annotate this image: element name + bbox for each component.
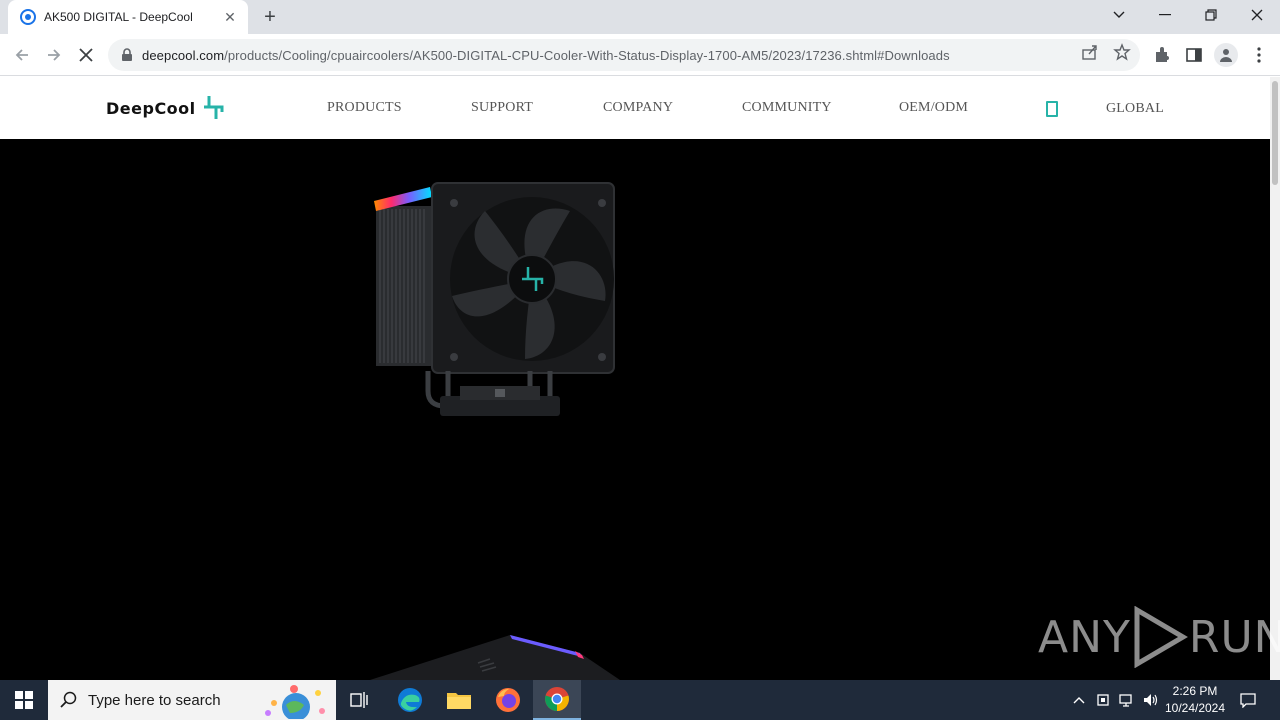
search-icon[interactable] <box>1046 101 1058 117</box>
search-icon <box>60 691 77 708</box>
url-path: /products/Cooling/cpuaircoolers/AK500-DI… <box>224 47 950 63</box>
deepcool-favicon-icon <box>20 9 36 25</box>
watermark-left: ANY <box>1038 611 1131 663</box>
deepcool-logo-mark-icon <box>203 96 224 119</box>
chrome-icon <box>545 687 569 711</box>
show-hidden-icons-icon[interactable] <box>1068 680 1090 720</box>
tab-strip: AK500 DIGITAL - DeepCool ✕ + <box>0 0 1280 34</box>
clock-date: 10/24/2024 <box>1164 701 1226 715</box>
profile-avatar[interactable] <box>1214 43 1238 67</box>
cpu-cooler-image <box>374 182 615 416</box>
system-clock[interactable]: 2:26 PM 10/24/2024 <box>1160 683 1230 717</box>
logo-text: DeepCool <box>106 98 196 118</box>
nav-company[interactable]: COMPANY <box>603 100 673 116</box>
extensions-icon[interactable] <box>1153 46 1171 64</box>
url-text: deepcool.com/products/Cooling/cpuaircool… <box>142 48 950 63</box>
play-logo-icon <box>1134 606 1188 668</box>
scrollbar-thumb[interactable] <box>1272 81 1278 185</box>
stop-loading-icon[interactable] <box>73 42 99 68</box>
nav-community[interactable]: COMMUNITY <box>742 100 832 116</box>
tab-close-icon[interactable]: ✕ <box>222 9 238 26</box>
bookmark-star-icon[interactable] <box>1113 43 1131 61</box>
start-button[interactable] <box>0 680 48 720</box>
task-view-button[interactable] <box>336 680 384 720</box>
volume-icon[interactable] <box>1140 680 1162 720</box>
browser-tab[interactable]: AK500 DIGITAL - DeepCool ✕ <box>8 0 248 34</box>
windows-logo-icon <box>15 691 33 709</box>
search-placeholder: Type here to search <box>88 691 221 709</box>
clock-time: 2:26 PM <box>1172 684 1218 698</box>
watermark-right: RUN <box>1188 611 1280 663</box>
taskbar: Type here to search 2:26 PM 10/24/2024 <box>0 680 1280 720</box>
window-close-icon[interactable] <box>1234 0 1280 30</box>
site-header: DeepCool PRODUCTS SUPPORT COMPANY COMMUN… <box>0 77 1270 139</box>
firefox-app-button[interactable] <box>484 680 532 720</box>
browser-toolbar: deepcool.com/products/Cooling/cpuaircool… <box>0 34 1280 76</box>
url-host: deepcool.com <box>142 47 225 63</box>
nav-products[interactable]: PRODUCTS <box>327 100 402 116</box>
person-icon <box>1220 49 1232 62</box>
edge-icon <box>398 688 422 712</box>
menu-kebab-icon[interactable] <box>1250 46 1268 64</box>
nav-oem-odm[interactable]: OEM/ODM <box>899 100 968 116</box>
product-hero <box>0 139 1270 680</box>
address-bar[interactable]: deepcool.com/products/Cooling/cpuaircool… <box>108 39 1140 71</box>
nav-support[interactable]: SUPPORT <box>471 100 533 116</box>
minimize-icon[interactable] <box>1142 0 1188 30</box>
search-highlight-icon <box>265 685 325 719</box>
deepcool-logo[interactable]: DeepCool <box>106 95 224 121</box>
forward-icon[interactable] <box>41 42 67 68</box>
chrome-app-button[interactable] <box>533 680 581 720</box>
tab-title: AK500 DIGITAL - DeepCool <box>44 10 193 24</box>
web-page: DeepCool PRODUCTS SUPPORT COMPANY COMMUN… <box>0 77 1270 680</box>
side-panel-icon[interactable] <box>1185 46 1203 64</box>
firefox-icon <box>496 688 520 712</box>
new-tab-button[interactable]: + <box>258 5 282 29</box>
taskbar-search-input[interactable]: Type here to search <box>48 680 336 720</box>
file-explorer-button[interactable] <box>435 680 483 720</box>
product-preview-image <box>370 635 620 680</box>
nav-global[interactable]: GLOBAL <box>1106 101 1164 117</box>
share-icon[interactable] <box>1081 43 1099 61</box>
restore-icon[interactable] <box>1188 0 1234 30</box>
page-scrollbar[interactable] <box>1270 77 1280 680</box>
folder-icon <box>447 693 471 709</box>
device-icon[interactable] <box>1092 680 1114 720</box>
notifications-icon[interactable] <box>1234 680 1262 720</box>
network-icon[interactable] <box>1116 680 1138 720</box>
lock-icon <box>122 48 132 61</box>
anyrun-watermark: ANY RUN <box>1038 606 1280 668</box>
edge-app-button[interactable] <box>386 680 434 720</box>
task-view-icon <box>350 692 368 708</box>
tab-search-icon[interactable] <box>1096 0 1142 30</box>
back-icon[interactable] <box>9 42 35 68</box>
